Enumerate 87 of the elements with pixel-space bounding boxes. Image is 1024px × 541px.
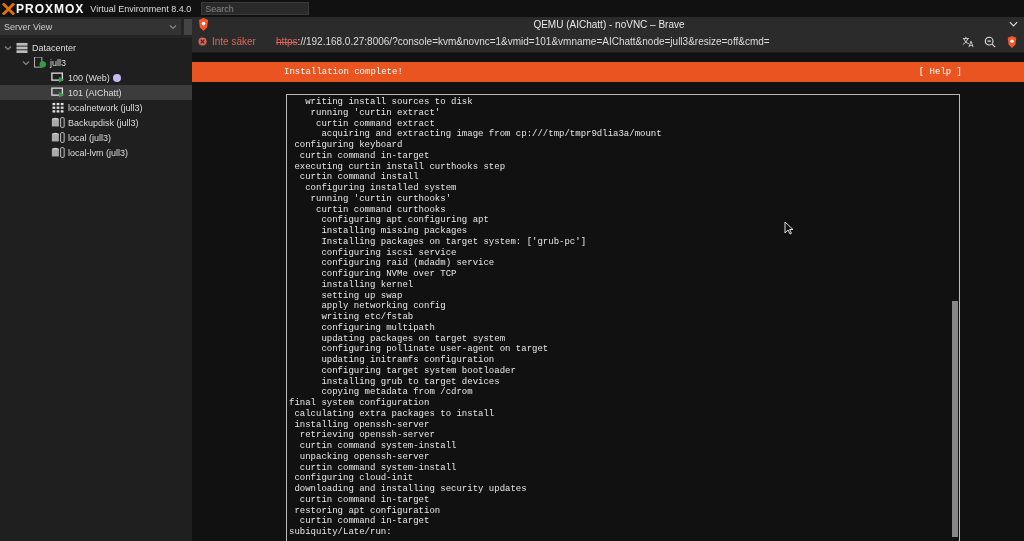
security-label: Inte säker [212,36,256,47]
log-line: configuring iscsi service [320,247,457,258]
grid-icon [51,102,65,113]
tree-label: local (jull3) [68,132,111,143]
search-field[interactable]: Search [201,2,310,15]
shield-logo-icon [198,17,209,31]
tree-label: Backupdisk (jull3) [68,117,139,128]
log-line: downloading and installing security updates [293,484,527,495]
log-line: configuring raid (mdadm) service [320,258,495,269]
log-line: installing missing packages [320,226,468,237]
tree-item[interactable]: local (jull3) [0,130,192,145]
log-line: configuring keyboard [293,140,403,151]
scrollbar-thumb[interactable] [952,301,958,537]
warning-circle-icon [198,37,207,46]
log-line: configuring pollinate user-agent on target [320,344,549,355]
installer-status: Installation complete! [284,67,403,77]
tree-item[interactable]: Backupdisk (jull3) [0,115,192,130]
log-line: calculating extra packages to install [293,408,495,420]
log-line: restoring apt configuration [293,505,441,516]
log-line: acquiring and extracting image from cp:///tmp/tmpr9dlia3a/mount [320,129,662,140]
log-line: setting up swap [320,290,403,301]
log-line: updating initramfs configuration [320,355,495,366]
server-rack-icon [15,42,29,53]
chevron-down-icon [169,23,177,31]
log-line: curtin command curthooks [315,204,446,215]
log-line: curtin command system-install [298,441,457,452]
log-line: final system configuration [289,398,430,409]
log-line: curtin command in-target [298,494,430,506]
window-title: QEMU (AIChatt) - noVNC – Brave [532,18,686,30]
storage-disk-icon [51,132,65,143]
log-line: updating packages on target system [320,333,506,344]
log-line: curtin command install [298,172,419,183]
view-dropdown[interactable]: Server View [0,19,181,35]
log-line: configuring multipath [320,322,435,334]
chevron-down-icon[interactable] [1009,21,1018,27]
mouse-pointer-icon [784,221,794,235]
product-version: Virtual Environment 8.4.0 [90,3,192,14]
tree-item[interactable]: jull3 [0,55,192,70]
logo-text: PROXMOX [2,1,85,16]
log-line: Installing packages on target system: ['grub-pc'] [320,236,587,248]
log-line: copying metadata from /cdrom [320,387,473,398]
tree-label: local-lvm (jull3) [68,147,128,158]
help-link[interactable]: [ Help ] [918,67,962,77]
zoom-out-icon[interactable] [984,35,996,48]
storage-disk-icon [51,147,65,158]
expand-caret-icon[interactable] [22,58,30,67]
log-line: apply networking config [320,301,446,312]
tree-item[interactable]: Datacenter [0,40,192,55]
log-line: curtin command extract [315,118,435,129]
log-line: curtin command in-target [298,150,430,162]
log-line: curtin command system-install [298,462,457,473]
shield-logo-icon[interactable] [1006,35,1018,48]
log-line: writing install sources to disk [304,97,473,108]
tree-item[interactable]: 100 (Web) [0,70,192,85]
log-line: installing openssh-server [293,419,430,430]
tree-item[interactable]: local-lvm (jull3) [0,145,192,160]
log-line: configuring installed system [304,183,457,194]
log-line: running 'curtin extract' [309,107,441,119]
log-line: configuring NVMe over TCP [320,269,457,280]
tree-item[interactable]: 101 (AIChatt) [0,85,192,100]
log-line: retrieving openssh-server [298,430,435,441]
tree-item[interactable]: localnetwork (jull3) [0,100,192,115]
log-line: unpacking openssh-server [298,451,430,463]
log-line: configuring cloud-init [293,473,414,484]
log-line: configuring target system bootloader [320,365,516,377]
tree-label: localnetwork (jull3) [68,102,143,113]
expand-caret-icon[interactable] [4,43,12,52]
log-line: installing grub to target devices [320,376,500,387]
log-line: configuring apt configuring apt [320,215,489,226]
log-line: subiquity/Late/run: [289,527,392,538]
vm-running-icon [51,87,65,98]
log-line: curtin command in-target [298,516,430,527]
log-line: running 'curtin curthooks' [309,193,452,205]
server-online-icon [33,57,47,68]
translate-icon[interactable] [962,35,974,48]
tree-label: jull3 [50,57,66,68]
log-line: installing kernel [320,279,414,291]
x-logo-icon [2,2,15,15]
security-warning[interactable]: Inte säker [198,36,256,47]
storage-disk-icon [51,117,65,128]
log-line: executing curtin install curthooks step [293,161,506,172]
tree-label: 101 (AIChatt) [68,87,122,98]
address-field[interactable]: https://192.168.0.27:8006/?console=kvm&novnc=1&vmid=101&vmname=AIChatt&node=jull3&resize=off&cmd= [275,36,942,47]
log-line: writing etc/fstab [320,312,414,323]
vm-running-icon [51,72,65,83]
tree-label: Datacenter [32,42,77,53]
tree-label: 100 (Web) [68,72,110,83]
